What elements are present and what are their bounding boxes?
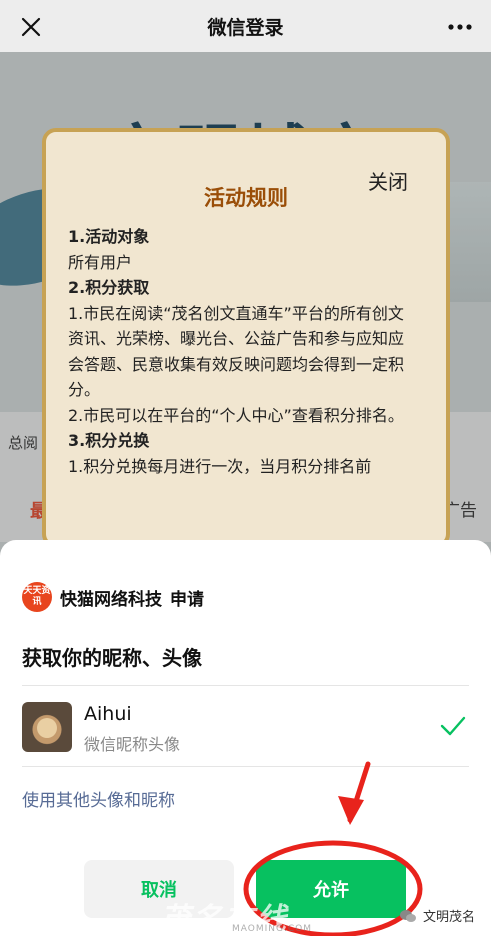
navbar: 微信登录 [0, 0, 491, 52]
divider [22, 685, 469, 686]
close-icon[interactable] [16, 12, 46, 42]
page-title: 微信登录 [207, 16, 284, 39]
rules-heading: 1.活动对象 [68, 227, 150, 246]
wechat-icon [399, 909, 416, 922]
app-action: 申请 [170, 589, 204, 610]
authorization-sheet: 天天资讯 快猫网络科技 申请 获取你的昵称、头像 Aihui 微信昵称头像 使用… [0, 540, 491, 936]
rules-heading: 3.积分兑换 [68, 431, 150, 450]
app-info: 天天资讯 快猫网络科技 申请 [22, 582, 204, 612]
avatar [22, 702, 72, 752]
rules-heading: 2.积分获取 [68, 278, 150, 297]
divider [22, 766, 469, 767]
app-name: 快猫网络科技 [60, 589, 162, 610]
app-logo: 天天资讯 [22, 582, 52, 612]
profile-option[interactable]: Aihui 微信昵称头像 [22, 700, 469, 768]
watermark-account-name: 文明茂名 [422, 910, 475, 925]
use-other-profile-link[interactable]: 使用其他头像和昵称 [22, 786, 175, 811]
rules-text: 1.积分兑换每月进行一次，当月积分排名前 [68, 456, 372, 476]
rules-title: 活动规则 [204, 186, 288, 210]
more-icon[interactable] [443, 12, 477, 42]
rules-body: 1.活动对象 所有用户 2.积分获取 1.市民在阅读“茂名创文直通车”平台的所有… [68, 224, 408, 479]
permission-title: 获取你的昵称、头像 [22, 646, 202, 670]
check-icon [439, 714, 467, 738]
watermark-account: 文明茂名 [399, 906, 475, 925]
watermark-subtitle: MAOMING.COM [232, 924, 312, 934]
user-nickname: Aihui [84, 703, 132, 725]
rules-text: 所有用户 [68, 252, 133, 272]
rules-modal: 关闭 活动规则 1.活动对象 所有用户 2.积分获取 1.市民在阅读“茂名创文直… [42, 128, 450, 548]
user-subtitle: 微信昵称头像 [84, 735, 181, 754]
rules-text: 1.市民在阅读“茂名创文直通车”平台的所有创文资讯、光荣榜、曝光台、公益广告和参… [68, 303, 405, 400]
rules-text: 2.市民可以在平台的“个人中心”查看积分排名。 [68, 405, 404, 425]
